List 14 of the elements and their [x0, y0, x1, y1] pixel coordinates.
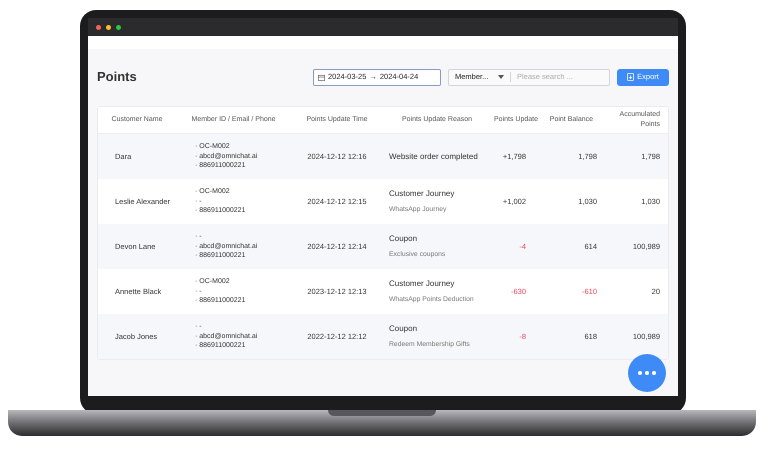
more-icon: [638, 371, 656, 375]
export-icon: [627, 73, 634, 81]
update-reason: Customer Journey: [389, 188, 456, 200]
update-reason: Coupon: [389, 322, 418, 335]
close-icon[interactable]: [96, 24, 101, 30]
page-title: Points: [97, 68, 137, 86]
minimize-icon[interactable]: [106, 24, 111, 30]
caret-icon: [498, 75, 504, 79]
maximize-icon[interactable]: [116, 24, 121, 30]
update-reason: Customer Journey: [389, 278, 456, 290]
update-reason: Coupon: [389, 232, 418, 245]
update-reason: Website order completed: [389, 150, 479, 162]
chat-button[interactable]: [628, 354, 666, 392]
calendar-icon: [318, 74, 325, 80]
